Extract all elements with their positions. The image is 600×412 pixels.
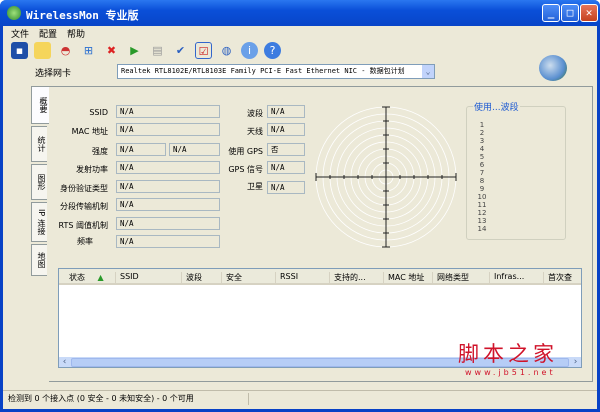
wireless-globe-logo (539, 55, 567, 81)
menu-bar: 文件 配置 帮助 (11, 27, 85, 40)
mac-label: MAC 地址 (71, 127, 108, 136)
col-rssi[interactable]: RSSI (275, 272, 298, 283)
network-disconnect-icon[interactable]: ✖ (103, 42, 120, 59)
chevron-down-icon[interactable]: ⌄ (422, 65, 434, 78)
channel-8: 8 (479, 177, 485, 185)
tx-power-label: 发射功率 (76, 165, 108, 174)
strength-label: 强度 (92, 147, 108, 156)
app-window: WirelessMon 专业版 _ □ ✕ 文件 配置 帮助 ▪ ◓ ⊞ ✖ ▶… (0, 0, 600, 412)
menu-config[interactable]: 配置 (39, 27, 57, 40)
channel-10: 10 (477, 193, 487, 201)
col-status-label: 状态 (69, 273, 85, 282)
col-ssid[interactable]: SSID (115, 272, 139, 283)
channel-usage-group: 使用...波段 1 2 3 4 5 6 7 8 9 10 11 12 13 14 (466, 100, 566, 240)
rts-field: N/A (116, 217, 220, 230)
scroll-left-icon[interactable]: ‹ (59, 357, 70, 367)
rts-label: RTS 阈值机制 (58, 221, 108, 230)
col-supported[interactable]: 支持的... (329, 272, 366, 283)
channel-13: 13 (477, 217, 487, 225)
col-band[interactable]: 波段 (181, 272, 202, 283)
app-icon (7, 6, 21, 20)
window-title: WirelessMon 专业版 (26, 9, 139, 22)
channel-2: 2 (479, 129, 485, 137)
col-network-type[interactable]: 网络类型 (432, 272, 469, 283)
info-icon[interactable]: i (241, 42, 258, 59)
use-gps-label: 使用 GPS (228, 147, 263, 156)
help-icon[interactable]: ? (264, 42, 281, 59)
signal-radar (315, 106, 457, 248)
channel-1: 1 (479, 121, 485, 129)
ssid-label: SSID (89, 108, 108, 117)
watermark-url: www.jb51.net (465, 368, 556, 377)
channel-14: 14 (477, 225, 487, 233)
nic-value: Realtek RTL8102E/RTL8103E Family PCI-E F… (121, 67, 405, 75)
satellite-field: N/A (267, 181, 305, 194)
use-gps-field: 否 (267, 143, 305, 156)
check-icon[interactable]: ✔ (172, 42, 189, 59)
channel-11: 11 (477, 201, 487, 209)
stop-log-icon[interactable]: ▤ (149, 42, 166, 59)
maximize-button[interactable]: □ (561, 4, 579, 22)
gps-signal-field: N/A (267, 161, 305, 174)
auth-label: 身份验证类型 (60, 184, 108, 193)
col-status[interactable]: 状态 ▲ (59, 272, 104, 283)
col-first-seen[interactable]: 首次查 (543, 272, 572, 283)
toolbar: ▪ ◓ ⊞ ✖ ▶ ▤ ✔ ☑ ◍ i ? (11, 42, 281, 59)
network-connect-icon[interactable]: ⊞ (80, 42, 97, 59)
menu-file[interactable]: 文件 (11, 27, 29, 40)
satellite-label: 卫星 (247, 182, 263, 191)
nic-select[interactable]: Realtek RTL8102E/RTL8103E Family PCI-E F… (117, 64, 435, 79)
channel-4: 4 (479, 145, 485, 153)
freq-field: N/A (116, 235, 220, 248)
channel-6: 6 (479, 161, 485, 169)
scroll-right-icon[interactable]: › (570, 357, 581, 367)
band-field: N/A (267, 105, 305, 118)
play-log-icon[interactable]: ▶ (126, 42, 143, 59)
table-header: 状态 ▲ SSID 波段 安全 RSSI 支持的... MAC 地址 网络类型 … (59, 269, 581, 285)
menu-help[interactable]: 帮助 (67, 27, 85, 40)
save-icon[interactable]: ▪ (11, 42, 28, 59)
col-mac[interactable]: MAC 地址 (383, 272, 424, 283)
globe-icon[interactable]: ◍ (218, 42, 235, 59)
open-folder-icon[interactable] (34, 42, 51, 59)
close-button[interactable]: ✕ (580, 4, 598, 22)
status-separator (248, 393, 249, 405)
band-label: 波段 (247, 109, 263, 118)
checklist-icon[interactable]: ☑ (195, 42, 212, 59)
title-bar: WirelessMon 专业版 _ □ ✕ (0, 0, 600, 26)
tab-map[interactable]: 地图 (31, 244, 47, 276)
nic-label: 选择网卡 (35, 69, 72, 79)
frag-label: 分段传输机制 (60, 202, 108, 211)
channel-group-title: 使用...波段 (473, 100, 520, 113)
channel-5: 5 (479, 153, 485, 161)
watermark-text: 脚本之家 (458, 342, 558, 366)
col-infrastructure[interactable]: Infras... (489, 272, 524, 283)
gps-signal-label: GPS 信号 (228, 165, 263, 174)
freq-label: 频率 (77, 237, 93, 246)
minimize-button[interactable]: _ (542, 4, 560, 22)
channel-3: 3 (479, 137, 485, 145)
antenna-label: 天线 (247, 127, 263, 136)
status-text: 检测到 0 个接入点 (0 安全 - 0 未知安全) - 0 个可用 (8, 394, 194, 403)
gauge-icon[interactable]: ◓ (57, 42, 74, 59)
channel-9: 9 (479, 185, 485, 193)
frag-field: N/A (116, 198, 220, 211)
status-bar: 检测到 0 个接入点 (0 安全 - 0 未知安全) - 0 个可用 (3, 390, 597, 406)
antenna-field: N/A (267, 123, 305, 136)
sort-asc-icon: ▲ (97, 273, 104, 282)
channel-12: 12 (477, 209, 487, 217)
col-security[interactable]: 安全 (221, 272, 242, 283)
channel-7: 7 (479, 169, 485, 177)
tab-summary[interactable]: 概要 (31, 86, 49, 124)
